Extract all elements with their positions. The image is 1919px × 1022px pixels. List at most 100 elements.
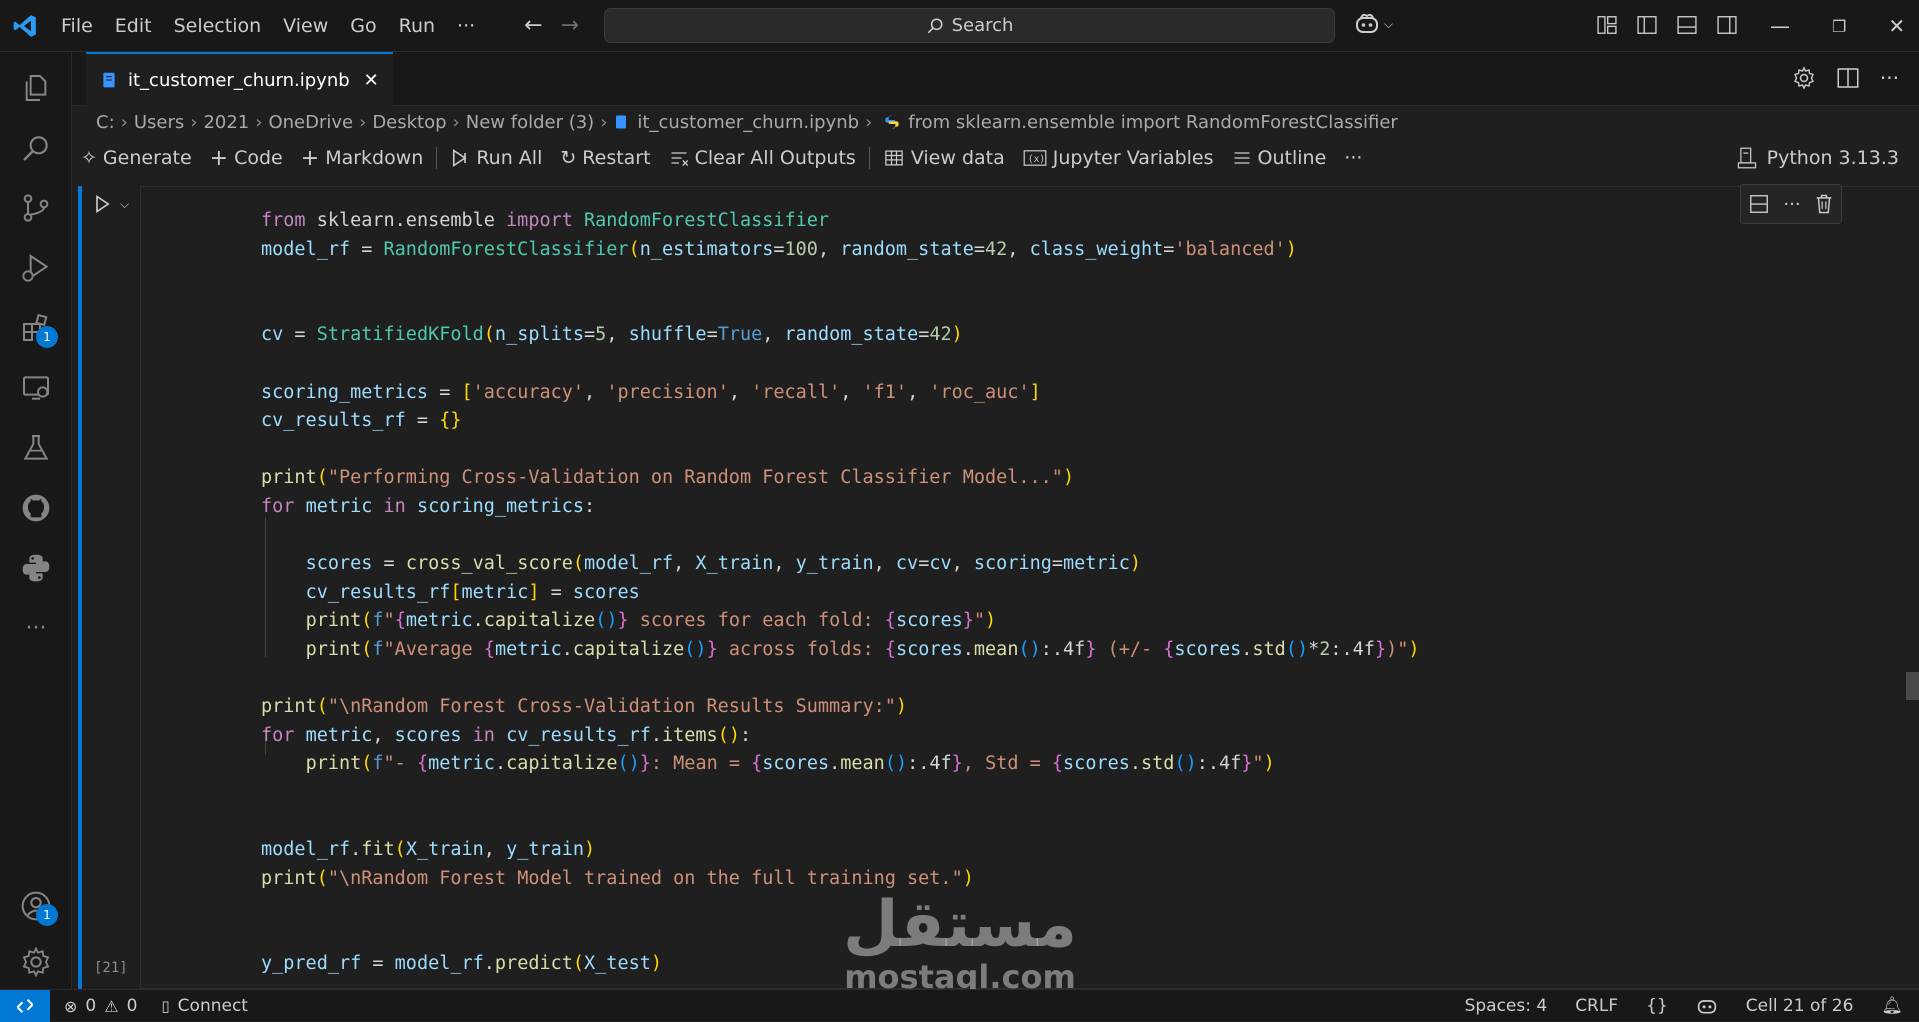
more-toolbar-button[interactable]: ···: [1335, 147, 1371, 169]
view-data-button[interactable]: View data: [874, 147, 1014, 169]
code-line[interactable]: cv = StratifiedKFold(n_splits=5, shuffle…: [261, 321, 1420, 350]
delete-cell-icon[interactable]: [1814, 193, 1834, 215]
kernel-picker[interactable]: Python 3.13.3: [1737, 140, 1899, 176]
warning-count[interactable]: 0: [127, 996, 138, 1016]
accounts-icon[interactable]: 1: [0, 876, 72, 936]
search-sidebar-icon[interactable]: [0, 118, 72, 178]
code-line[interactable]: print(f"Average {metric.capitalize()} ac…: [261, 636, 1420, 665]
code-line[interactable]: for metric in scoring_metrics:: [261, 493, 1420, 522]
minimize-icon[interactable]: —: [1770, 14, 1790, 38]
remote-explorer-icon[interactable]: [0, 358, 72, 418]
breadcrumb-item[interactable]: it_customer_churn.ipynb: [637, 112, 859, 133]
split-editor-icon[interactable]: [1836, 66, 1860, 90]
breadcrumb-item[interactable]: New folder (3): [466, 112, 594, 133]
toggle-secondary-sidebar-icon[interactable]: [1716, 14, 1738, 36]
generate-button[interactable]: ✧ Generate: [72, 147, 201, 169]
close-tab-icon[interactable]: ✕: [364, 70, 379, 91]
more-actions-icon[interactable]: ···: [1880, 66, 1899, 90]
scrollbar-thumb[interactable]: [1906, 672, 1919, 700]
copilot-menu[interactable]: ⌵: [1354, 12, 1393, 36]
add-markdown-cell-button[interactable]: + Markdown: [292, 146, 433, 171]
code-cell[interactable]: ⌵ from sklearn.ensemble import RandomFor…: [72, 182, 1919, 989]
code-line[interactable]: [261, 436, 1420, 465]
jupyter-variables-button[interactable]: (x) Jupyter Variables: [1014, 147, 1223, 169]
cell-editor[interactable]: from sklearn.ensemble import RandomFores…: [140, 186, 1919, 989]
cell-position-status[interactable]: Cell 21 of 26: [1746, 996, 1854, 1016]
code-line[interactable]: model_rf.fit(X_train, y_train): [261, 836, 1420, 865]
code-content[interactable]: from sklearn.ensemble import RandomFores…: [261, 207, 1420, 979]
source-control-icon[interactable]: [0, 178, 72, 238]
restore-icon[interactable]: ❐: [1832, 17, 1846, 36]
python-icon[interactable]: [0, 538, 72, 598]
breadcrumb-item[interactable]: from sklearn.ensemble import RandomFores…: [908, 112, 1398, 133]
testing-flask-icon[interactable]: [0, 418, 72, 478]
code-line[interactable]: [261, 350, 1420, 379]
code-line[interactable]: scoring_metrics = ['accuracy', 'precisio…: [261, 379, 1420, 408]
code-line[interactable]: [261, 779, 1420, 808]
run-debug-icon[interactable]: [0, 238, 72, 298]
breadcrumb-item[interactable]: C:: [96, 112, 115, 133]
code-line[interactable]: [261, 293, 1420, 322]
code-line[interactable]: scores = cross_val_score(model_rf, X_tra…: [261, 550, 1420, 579]
connect-icon[interactable]: ▯: [161, 997, 169, 1015]
language-status[interactable]: {}: [1646, 996, 1668, 1016]
close-window-icon[interactable]: ✕: [1888, 14, 1905, 38]
back-arrow-icon[interactable]: ←: [524, 13, 542, 38]
code-line[interactable]: print("Performing Cross-Validation on Ra…: [261, 464, 1420, 493]
explorer-icon[interactable]: [0, 58, 72, 118]
chevron-down-icon[interactable]: ⌵: [120, 197, 129, 212]
code-line[interactable]: [261, 807, 1420, 836]
breadcrumb-item[interactable]: Users: [134, 112, 184, 133]
code-line[interactable]: [261, 665, 1420, 694]
toggle-primary-sidebar-icon[interactable]: [1636, 14, 1658, 36]
more-views-icon[interactable]: ···: [0, 598, 72, 658]
menu-file[interactable]: File: [50, 0, 104, 52]
toggle-panel-icon[interactable]: [1676, 14, 1698, 36]
extensions-icon[interactable]: 1: [0, 298, 72, 358]
breadcrumb-item[interactable]: Desktop: [372, 112, 446, 133]
code-line[interactable]: print("\nRandom Forest Model trained on …: [261, 865, 1420, 894]
run-all-button[interactable]: Run All: [441, 147, 551, 169]
menu-go[interactable]: Go: [339, 0, 387, 52]
copilot-icon[interactable]: [1696, 996, 1718, 1016]
tab-it-customer-churn[interactable]: it_customer_churn.ipynb ✕: [86, 52, 393, 106]
error-icon[interactable]: ⊗: [64, 997, 77, 1016]
settings-gear-icon[interactable]: [0, 932, 72, 992]
remote-indicator-icon[interactable]: [0, 990, 50, 1022]
code-line[interactable]: print("\nRandom Forest Cross-Validation …: [261, 693, 1420, 722]
more-cell-actions-icon[interactable]: ···: [1783, 194, 1800, 215]
github-icon[interactable]: [0, 478, 72, 538]
code-line[interactable]: [261, 522, 1420, 551]
restart-button[interactable]: ↻ Restart: [551, 147, 659, 169]
code-line[interactable]: [261, 264, 1420, 293]
code-line[interactable]: model_rf = RandomForestClassifier(n_esti…: [261, 236, 1420, 265]
code-line[interactable]: cv_results_rf = {}: [261, 407, 1420, 436]
forward-arrow-icon[interactable]: →: [561, 13, 579, 38]
notifications-bell-icon[interactable]: 🔔︎: [1881, 996, 1903, 1016]
warning-icon[interactable]: ⚠: [104, 997, 118, 1016]
connect-label[interactable]: Connect: [178, 996, 248, 1016]
gear-icon[interactable]: [1792, 66, 1816, 90]
indentation-status[interactable]: Spaces: 4: [1465, 996, 1548, 1016]
menu-edit[interactable]: Edit: [104, 0, 163, 52]
clear-all-outputs-button[interactable]: Clear All Outputs: [660, 147, 865, 169]
add-code-cell-button[interactable]: + Code: [201, 146, 292, 171]
menu-more[interactable]: ···: [446, 0, 486, 52]
code-line[interactable]: cv_results_rf[metric] = scores: [261, 579, 1420, 608]
menu-selection[interactable]: Selection: [163, 0, 273, 52]
menu-run[interactable]: Run: [388, 0, 446, 52]
breadcrumb-item[interactable]: 2021: [203, 112, 249, 133]
eol-status[interactable]: CRLF: [1575, 996, 1618, 1016]
error-count[interactable]: 0: [85, 996, 96, 1016]
menu-view[interactable]: View: [272, 0, 339, 52]
outline-button[interactable]: Outline: [1223, 147, 1336, 169]
customize-layout-icon[interactable]: [1596, 14, 1618, 36]
breadcrumb-item[interactable]: OneDrive: [268, 112, 353, 133]
run-cell-icon[interactable]: [92, 194, 112, 214]
code-line[interactable]: print(f"{metric.capitalize()} scores for…: [261, 607, 1420, 636]
code-line[interactable]: from sklearn.ensemble import RandomFores…: [261, 207, 1420, 236]
command-center-search[interactable]: Search: [604, 8, 1335, 43]
code-line[interactable]: print(f"- {metric.capitalize()}: Mean = …: [261, 750, 1420, 779]
code-line[interactable]: for metric, scores in cv_results_rf.item…: [261, 722, 1420, 751]
split-cell-icon[interactable]: [1748, 193, 1770, 215]
